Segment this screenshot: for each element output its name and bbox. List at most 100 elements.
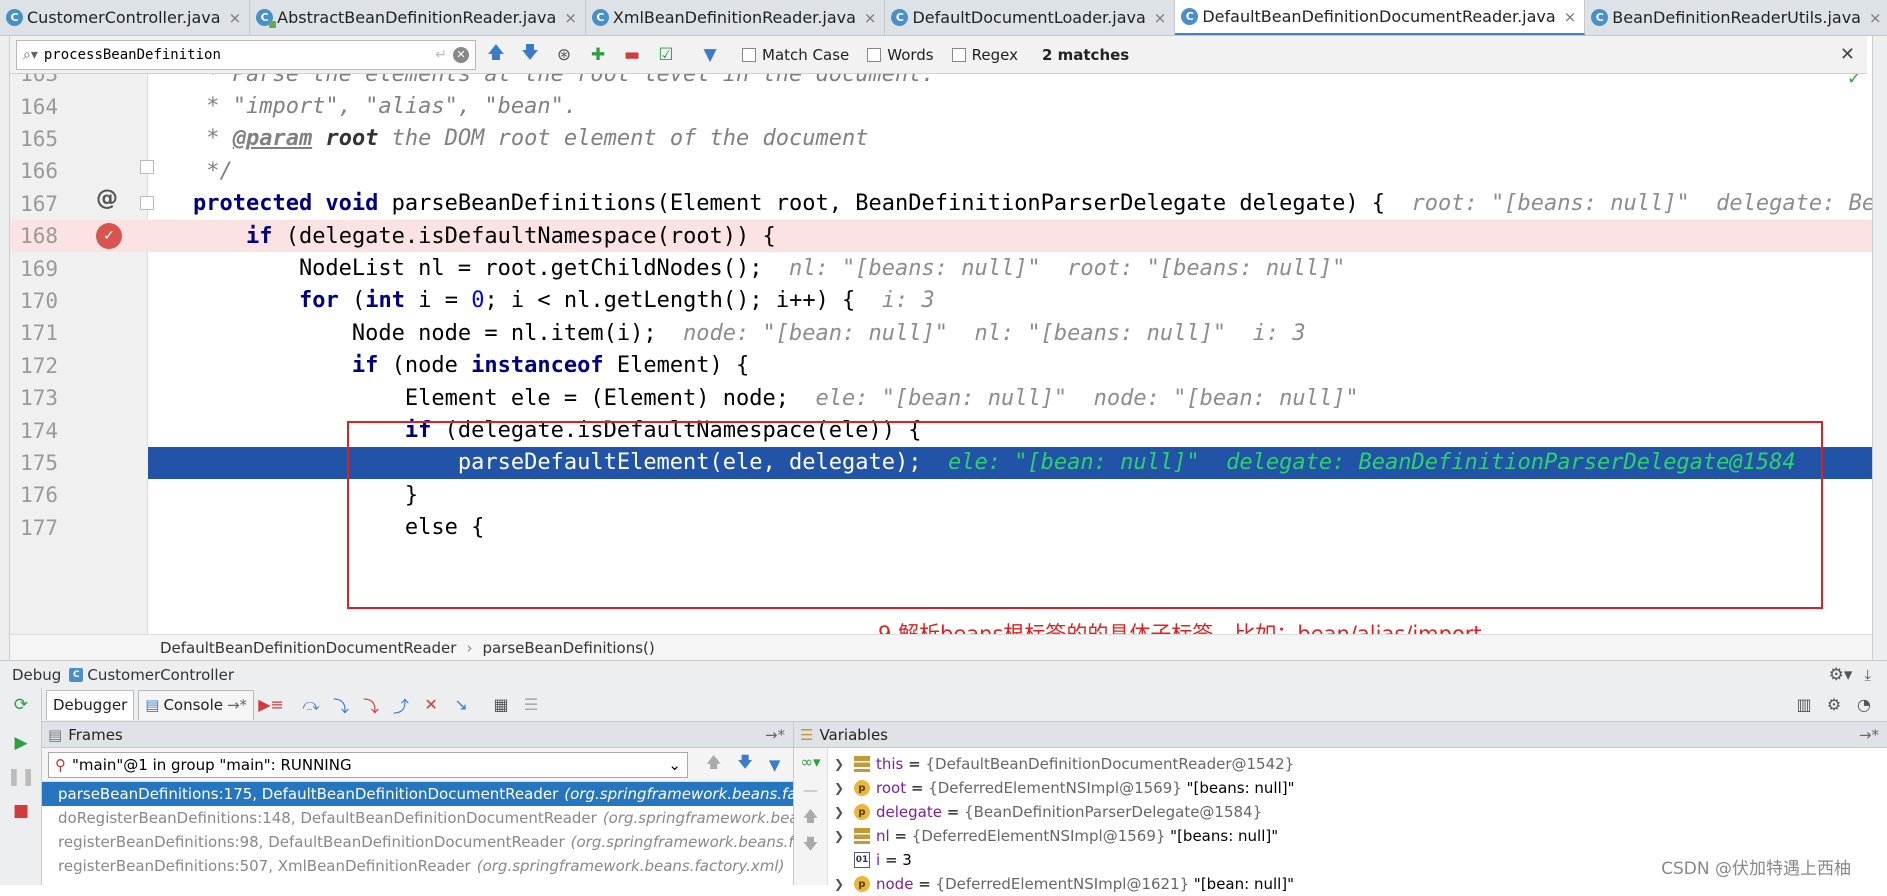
add-selection-button[interactable]: ✚ xyxy=(584,41,612,69)
pause-icon[interactable]: ❚❚ xyxy=(0,760,42,794)
show-execution-point-icon[interactable]: ▶≡ xyxy=(258,692,284,718)
code-line[interactable]: 167 protected void parseBeanDefinitions(… xyxy=(10,188,1872,220)
code-line[interactable]: 168 if (delegate.isDefaultNamespace(root… xyxy=(10,220,1872,252)
field-icon xyxy=(854,756,870,772)
override-marker-icon[interactable]: @ xyxy=(96,188,118,210)
breadcrumb-method[interactable]: parseBeanDefinitions() xyxy=(482,639,654,657)
evaluate-expression-icon[interactable]: ▦ xyxy=(488,692,514,718)
chevron-right-icon[interactable]: ❯ xyxy=(828,805,850,819)
words-checkbox[interactable]: Words xyxy=(867,46,933,64)
code-token: node: "[bean: null]" nl: "[beans: null]"… xyxy=(683,321,1306,346)
close-icon[interactable]: × xyxy=(1564,8,1577,26)
step-over-icon[interactable]: ⤼ xyxy=(298,692,324,718)
step-out-icon[interactable]: ⤴ xyxy=(388,692,414,718)
hide-icon[interactable]: ⤓ xyxy=(1864,666,1871,684)
tab-0[interactable]: CCustomerController.java× xyxy=(0,0,250,35)
fold-marker-icon[interactable] xyxy=(140,196,154,210)
code-line[interactable]: 164 * "import", "alias", "bean". xyxy=(10,90,1872,122)
variable-row[interactable]: ❯proot = {DeferredElementNSImpl@1569} "[… xyxy=(828,776,1295,800)
code-line[interactable]: 174 if (delegate.isDefaultNamespace(ele)… xyxy=(10,414,1872,446)
code-line[interactable]: 170 for (int i = 0; i < nl.getLength(); … xyxy=(10,285,1872,317)
chevron-right-icon[interactable]: ❯ xyxy=(828,781,850,795)
drop-frame-icon[interactable]: ✕ xyxy=(418,692,444,718)
filter-icon[interactable]: ▼ xyxy=(696,41,724,69)
close-icon[interactable]: × xyxy=(1869,9,1882,27)
force-step-into-icon[interactable]: ⤵ xyxy=(358,692,384,718)
debug-config-name[interactable]: CustomerController xyxy=(87,666,234,684)
arrow-down-icon[interactable]: 🡇 xyxy=(794,832,827,860)
code-line[interactable]: 176 } xyxy=(10,479,1872,511)
tab-4[interactable]: CDefaultBeanDefinitionDocumentReader.jav… xyxy=(1175,0,1585,35)
close-icon[interactable]: × xyxy=(564,9,577,27)
variable-row[interactable]: 01i = 3 xyxy=(828,848,912,872)
frame-item[interactable]: registerBeanDefinitions:507, XmlBeanDefi… xyxy=(42,854,793,878)
variable-row[interactable]: ❯pnode = {DeferredElementNSImpl@1621} "[… xyxy=(828,872,1294,896)
pin-icon[interactable]: →* xyxy=(765,726,785,744)
class-icon: C xyxy=(6,9,23,26)
step-into-icon[interactable]: ⤵ xyxy=(328,692,354,718)
arrow-up-icon[interactable]: 🡅 xyxy=(706,752,721,777)
rerun-icon[interactable]: ⟳ xyxy=(0,688,42,722)
find-input-box[interactable]: ⌕▾ processBeanDefinition ↵ ✕ xyxy=(16,40,476,70)
filter-icon[interactable]: ▼ xyxy=(769,756,781,774)
find-input[interactable]: processBeanDefinition xyxy=(44,47,435,63)
arrow-up-icon[interactable]: 🡅 xyxy=(794,804,827,832)
tab-console[interactable]: ▤Console→* xyxy=(138,690,254,720)
line-number: 165 xyxy=(10,127,58,151)
watch-icon[interactable]: ∞▾ xyxy=(794,748,827,776)
close-icon[interactable]: ✕ xyxy=(1840,44,1855,65)
code-line[interactable]: 171 Node node = nl.item(i); node: "[bean… xyxy=(10,317,1872,349)
chevron-right-icon[interactable]: ❯ xyxy=(828,829,850,843)
settings-icon[interactable]: ⚙ xyxy=(1821,692,1847,718)
thread-dropdown[interactable]: ⚲ "main"@1 in group "main": RUNNING ⌄ xyxy=(48,752,688,778)
code-line[interactable]: 166 */ xyxy=(10,155,1872,187)
tab-5[interactable]: CBeanDefinitionReaderUtils.java× xyxy=(1585,0,1887,35)
remove-selection-button[interactable]: ▬ xyxy=(618,41,646,69)
trace-icon[interactable]: ☰ xyxy=(518,692,544,718)
chevron-right-icon[interactable]: ❯ xyxy=(828,877,850,891)
clear-icon[interactable]: ✕ xyxy=(453,47,469,63)
code-token: parseBeanDefinitions(Element root, BeanD… xyxy=(378,191,1411,216)
find-all-button[interactable]: ⊛ xyxy=(550,41,578,69)
overhead-icon[interactable]: ◔ xyxy=(1851,692,1877,718)
code-line[interactable]: 172 if (node instanceof Element) { xyxy=(10,350,1872,382)
match-case-checkbox[interactable]: Match Case xyxy=(742,46,849,64)
minus-icon[interactable]: — xyxy=(794,776,827,804)
code-line[interactable]: 173 Element ele = (Element) node; ele: "… xyxy=(10,382,1872,414)
regex-checkbox[interactable]: Regex xyxy=(952,46,1018,64)
tab-debugger[interactable]: Debugger xyxy=(46,690,134,720)
variable-row[interactable]: ❯nl = {DeferredElementNSImpl@1569} "[bea… xyxy=(828,824,1278,848)
code-line[interactable]: 163 * Parse the elements at the root lev… xyxy=(10,74,1872,90)
code-line[interactable]: 165 * @param root the DOM root element o… xyxy=(10,123,1872,155)
stop-icon[interactable]: ■ xyxy=(0,794,42,828)
restore-layout-icon[interactable]: ▥ xyxy=(1791,692,1817,718)
breakpoint-icon[interactable]: ✓ xyxy=(96,223,122,249)
breadcrumb-class[interactable]: DefaultBeanDefinitionDocumentReader xyxy=(160,639,456,657)
run-to-cursor-icon[interactable]: ↘ xyxy=(448,692,474,718)
tab-3[interactable]: CDefaultDocumentLoader.java× xyxy=(885,0,1175,35)
close-icon[interactable]: × xyxy=(1154,9,1167,27)
tab-1[interactable]: CAbstractBeanDefinitionReader.java× xyxy=(250,0,586,35)
code-editor[interactable]: 163 * Parse the elements at the root lev… xyxy=(10,74,1872,634)
close-icon[interactable]: × xyxy=(229,9,242,27)
gear-icon[interactable]: ⚙▾ xyxy=(1829,665,1853,685)
tab-2[interactable]: CXmlBeanDefinitionReader.java× xyxy=(586,0,886,35)
debug-toolbar: Debugger ▤Console→* ▶≡ ⤼ ⤵ ⤵ ⤴ ✕ ↘ ▦ ☰ ▥… xyxy=(0,688,1887,722)
resume-icon[interactable]: ▶ xyxy=(0,726,42,760)
code-line[interactable]: 169 NodeList nl = root.getChildNodes(); … xyxy=(10,252,1872,284)
frame-item[interactable]: parseBeanDefinitions:175, DefaultBeanDef… xyxy=(42,782,793,806)
fold-marker-icon[interactable] xyxy=(140,160,154,174)
code-line[interactable]: 175 parseDefaultElement(ele, delegate); … xyxy=(10,447,1872,479)
frame-item[interactable]: doRegisterBeanDefinitions:148, DefaultBe… xyxy=(42,806,793,830)
frame-item[interactable]: registerBeanDefinitions:98, DefaultBeanD… xyxy=(42,830,793,854)
chevron-right-icon[interactable]: ❯ xyxy=(828,757,850,771)
code-line[interactable]: 177 else { xyxy=(10,512,1872,544)
pin-icon[interactable]: →* xyxy=(1859,726,1879,744)
close-icon[interactable]: × xyxy=(864,9,877,27)
select-all-occurrences-button[interactable]: ☑ xyxy=(652,41,680,69)
variable-row[interactable]: ❯pdelegate = {BeanDefinitionParserDelega… xyxy=(828,800,1262,824)
variable-row[interactable]: ❯this = {DefaultBeanDefinitionDocumentRe… xyxy=(828,752,1294,776)
previous-occurrence-button[interactable]: 🡅 xyxy=(482,41,510,69)
arrow-down-icon[interactable]: 🡇 xyxy=(737,752,752,777)
next-occurrence-button[interactable]: 🡇 xyxy=(516,41,544,69)
